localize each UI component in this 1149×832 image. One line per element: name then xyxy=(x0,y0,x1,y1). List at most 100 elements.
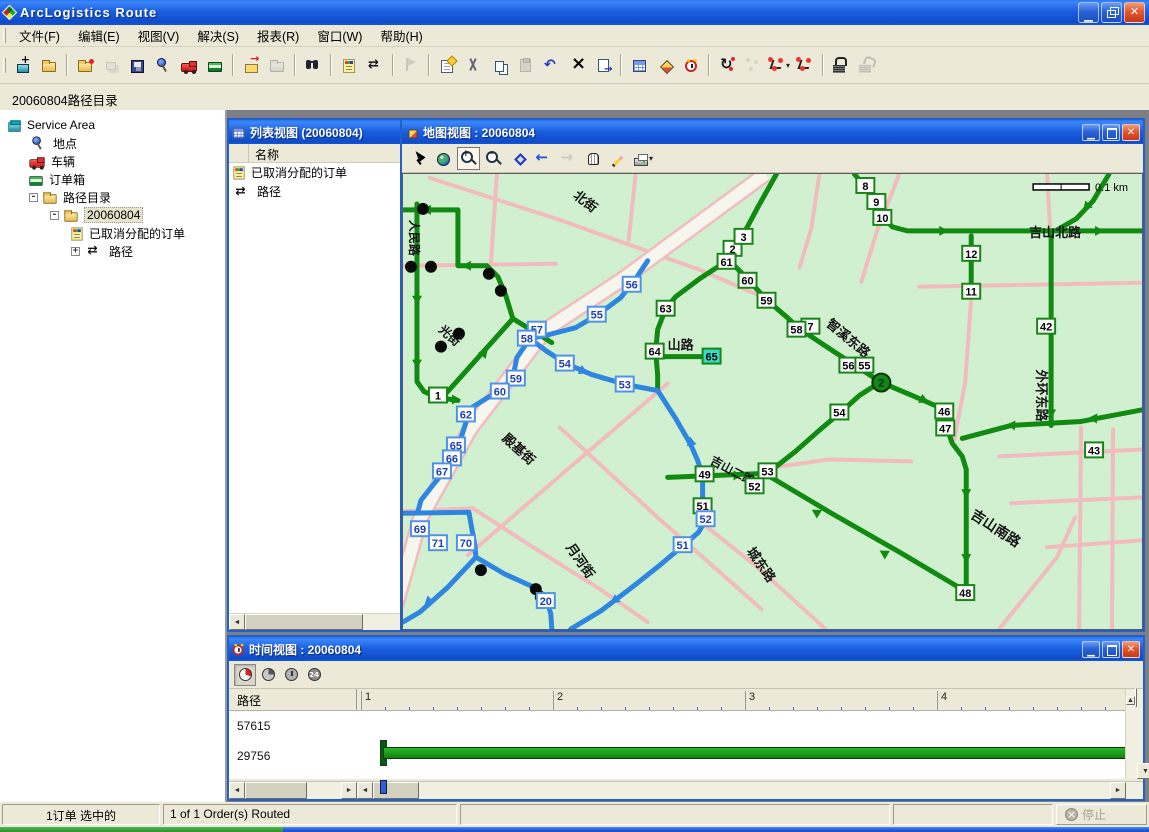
tree-item-路径目录[interactable]: -路径目录 xyxy=(0,188,225,206)
tree-item-地点[interactable]: 地点 xyxy=(0,134,225,152)
map-order-dot[interactable] xyxy=(475,564,487,576)
time-view-button[interactable] xyxy=(679,52,703,78)
map-view-button[interactable] xyxy=(653,52,677,78)
time-maximize-button[interactable] xyxy=(1102,641,1120,658)
scroll-down-icon[interactable]: ▼ xyxy=(1137,763,1149,779)
list-view-button[interactable] xyxy=(627,52,651,78)
timeline-horizontal-scrollbar[interactable]: ◄ ► xyxy=(357,782,1126,799)
scroll-left-icon[interactable]: ◄ xyxy=(357,782,373,799)
list-item[interactable]: 路径 xyxy=(229,182,401,201)
menu-item[interactable]: 报表(R) xyxy=(248,24,308,47)
menu-item[interactable]: 文件(F) xyxy=(10,24,69,47)
import-orders-button[interactable] xyxy=(239,52,263,78)
map-maximize-button[interactable] xyxy=(1102,124,1120,141)
tree-item-已取消分配的订单[interactable]: 已取消分配的订单 xyxy=(0,224,225,242)
start-button-edge[interactable] xyxy=(0,827,283,832)
list-window-titlebar[interactable]: 列表视图 (20060804) xyxy=(229,120,401,144)
map-order-dot[interactable] xyxy=(483,268,495,280)
select-button[interactable] xyxy=(407,147,430,170)
map-order-dot[interactable] xyxy=(495,285,507,297)
menu-item[interactable]: 窗口(W) xyxy=(308,24,371,47)
delete-button[interactable] xyxy=(565,52,589,78)
restore-button[interactable] xyxy=(1101,2,1122,23)
lock-button[interactable] xyxy=(829,52,853,78)
properties-button[interactable] xyxy=(435,52,459,78)
map-canvas[interactable]: 北街人民路光街吉山北路智溪东路外环东路山路殿基街月河街吉山二路吉山南路城东路23… xyxy=(402,173,1143,630)
dropdown-arrow-icon[interactable]: ▾ xyxy=(786,61,790,70)
routes-button[interactable] xyxy=(363,52,387,78)
scale-24h-button[interactable]: 24 xyxy=(303,664,325,686)
timeline-current-marker[interactable] xyxy=(380,780,387,794)
scroll-right-icon[interactable]: ► xyxy=(1110,782,1126,799)
zoom-out-button[interactable]: − xyxy=(482,147,505,170)
new-item-button[interactable] xyxy=(11,52,35,78)
globe-button[interactable] xyxy=(432,147,455,170)
menu-grip[interactable] xyxy=(3,28,6,43)
print-button[interactable]: ▾ xyxy=(632,147,655,170)
tree-expander[interactable]: - xyxy=(29,193,38,202)
cut-button[interactable] xyxy=(461,52,485,78)
time-window-titlebar[interactable]: 时间视图 : 20060804 ▁ ✕ xyxy=(229,637,1143,661)
timeline-column-header[interactable]: 路径 xyxy=(229,689,357,710)
toolbar-grip[interactable] xyxy=(3,58,6,73)
save-button[interactable] xyxy=(125,52,149,78)
menu-item[interactable]: 视图(V) xyxy=(129,24,189,47)
map-order-dot[interactable] xyxy=(435,341,447,353)
scrollbar-track[interactable] xyxy=(363,614,401,630)
tree-item-20060804[interactable]: -20060804 xyxy=(0,206,225,224)
tree-expander[interactable]: - xyxy=(50,211,59,220)
scrollbar-thumb[interactable] xyxy=(245,782,307,799)
scrollbar-track[interactable] xyxy=(419,782,1110,799)
time-minimize-button[interactable]: ▁ xyxy=(1082,641,1100,658)
route-schedule-bar[interactable] xyxy=(383,747,1125,759)
zoom-area-button[interactable] xyxy=(507,147,530,170)
location-button[interactable] xyxy=(151,52,175,78)
map-order-dot[interactable] xyxy=(453,328,465,340)
tree-item-路径[interactable]: +路径 xyxy=(0,242,225,260)
scale-half-day-button[interactable] xyxy=(280,664,302,686)
list-horizontal-scrollbar[interactable]: ◄ xyxy=(229,613,401,630)
new-folder-button[interactable] xyxy=(73,52,97,78)
menu-item[interactable]: 解决(S) xyxy=(188,24,248,47)
map-order-dot[interactable] xyxy=(425,261,437,273)
pan-button[interactable] xyxy=(582,147,605,170)
list-column-name[interactable]: 名称 xyxy=(249,144,401,162)
scale-hour-button[interactable] xyxy=(257,664,279,686)
zoom-in-button[interactable]: + xyxy=(457,147,480,170)
copy-button[interactable] xyxy=(487,52,511,78)
list-item[interactable]: 已取消分配的订单 xyxy=(229,163,401,182)
map-window-titlebar[interactable]: 地图视图 : 20060804 ▁ ✕ xyxy=(402,120,1143,144)
undo-button[interactable] xyxy=(539,52,563,78)
vehicle-button[interactable] xyxy=(177,52,201,78)
paste-doc-button[interactable] xyxy=(591,52,615,78)
timeline-vertical-scrollbar[interactable]: ▲ ▼ xyxy=(1125,689,1143,779)
scroll-left-icon[interactable]: ◄ xyxy=(229,614,245,630)
back-button[interactable] xyxy=(532,147,555,170)
stop-button[interactable]: 停止 xyxy=(1056,804,1147,825)
tree-item-车辆[interactable]: 车辆 xyxy=(0,152,225,170)
scroll-left-icon[interactable]: ◄ xyxy=(229,782,245,799)
open-folder-button[interactable] xyxy=(37,52,61,78)
tree-item-Service Area[interactable]: Service Area xyxy=(0,116,225,134)
tree-expander[interactable]: + xyxy=(71,247,80,256)
menu-item[interactable]: 帮助(H) xyxy=(371,24,431,47)
map-close-button[interactable]: ✕ xyxy=(1122,124,1140,141)
minimize-button[interactable]: ▁ xyxy=(1078,2,1099,23)
time-close-button[interactable]: ✕ xyxy=(1122,641,1140,658)
map-minimize-button[interactable]: ▁ xyxy=(1082,124,1100,141)
unassign-button[interactable] xyxy=(793,52,817,78)
column-horizontal-scrollbar[interactable]: ◄ ► xyxy=(229,782,357,799)
tree-item-订单箱[interactable]: 订单箱 xyxy=(0,170,225,188)
reassign-button[interactable]: ▾ xyxy=(767,52,791,78)
scrollbar-track[interactable] xyxy=(307,782,341,799)
draw-button[interactable] xyxy=(607,147,630,170)
scale-quarter-button[interactable] xyxy=(234,664,256,686)
orders-list-button[interactable] xyxy=(337,52,361,78)
timeline-ruler[interactable]: 1234 xyxy=(357,689,1125,710)
menu-item[interactable]: 编辑(E) xyxy=(69,24,129,47)
scrollbar-thumb[interactable] xyxy=(1135,688,1137,707)
solve-button[interactable] xyxy=(715,52,739,78)
dropdown-arrow-icon[interactable]: ▾ xyxy=(649,154,653,163)
scroll-up-icon[interactable]: ▲ xyxy=(1126,696,1135,705)
route-id-label[interactable]: 57615 xyxy=(237,719,270,733)
